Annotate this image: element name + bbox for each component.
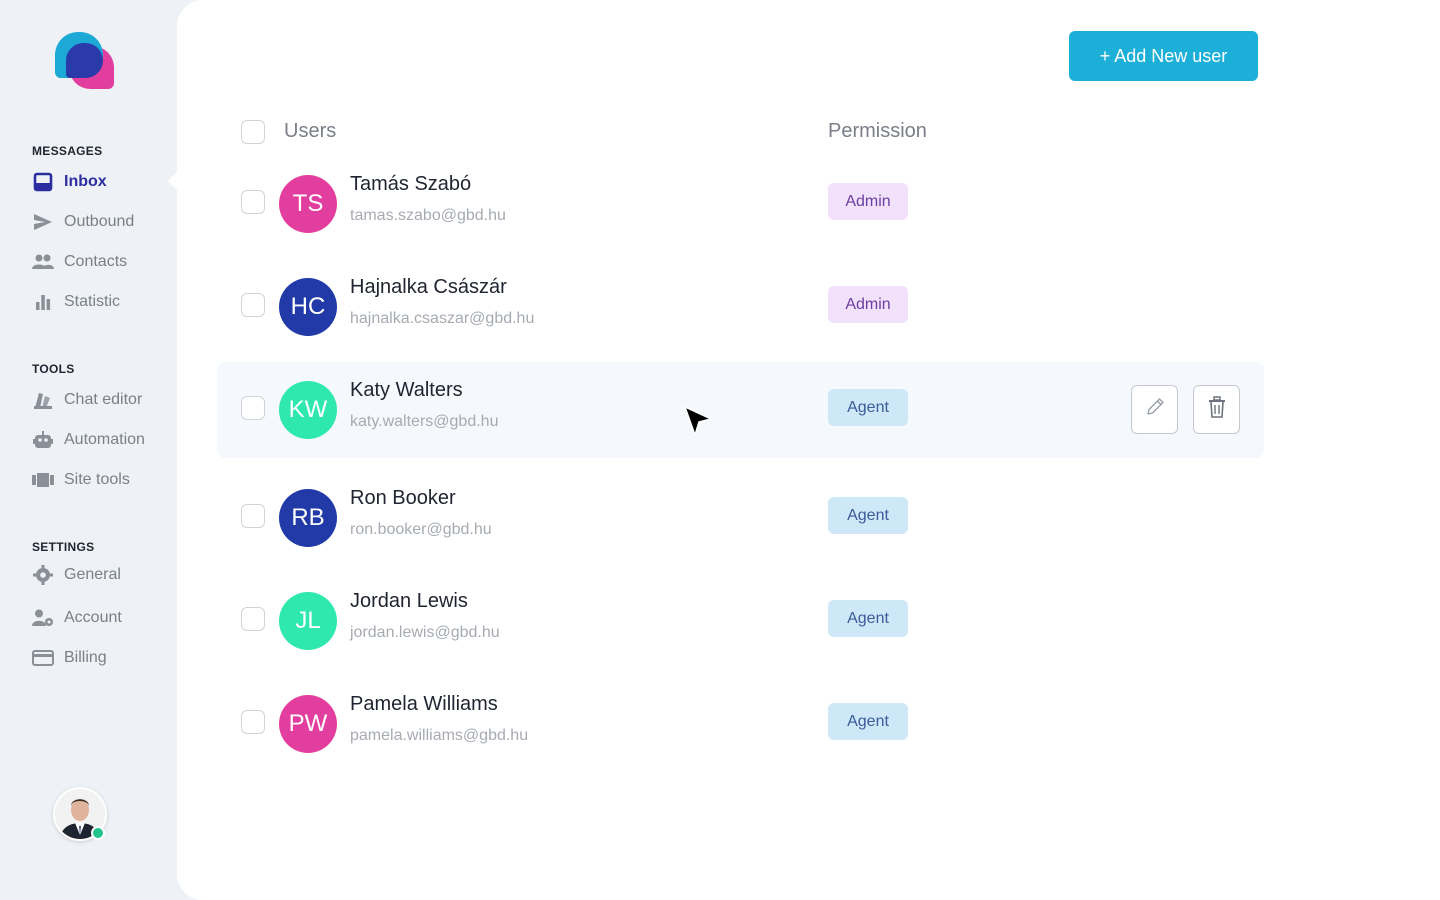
palette-icon: [32, 389, 54, 411]
add-new-user-button[interactable]: + Add New user: [1069, 31, 1258, 81]
trash-icon: [1206, 395, 1228, 424]
site-tools-icon: [32, 469, 54, 491]
user-email: pamela.williams@gbd.hu: [350, 727, 529, 744]
sidebar-item-statistic[interactable]: Statistic: [32, 289, 120, 315]
user-name: Hajnalka Császár: [350, 276, 507, 298]
sidebar-item-label: Chat editor: [64, 391, 143, 408]
sidebar-item-inbox[interactable]: Inbox: [32, 169, 107, 195]
user-name: Jordan Lewis: [350, 590, 468, 612]
robot-icon: [32, 429, 54, 451]
select-all-checkbox[interactable]: [241, 120, 265, 144]
user-email: tamas.szabo@gbd.hu: [350, 207, 506, 224]
sidebar-item-general[interactable]: General: [32, 562, 121, 588]
column-header-users[interactable]: Users: [284, 120, 336, 143]
app-logo[interactable]: [55, 32, 117, 92]
user-avatar: TS: [279, 175, 337, 233]
credit-card-icon: [32, 647, 54, 669]
sidebar-item-label: Automation: [64, 431, 145, 448]
logo-bubble-core: [66, 43, 103, 78]
delete-button[interactable]: [1193, 385, 1240, 434]
permission-badge[interactable]: Agent: [828, 600, 908, 637]
user-email: katy.walters@gbd.hu: [350, 413, 499, 430]
inbox-icon: [32, 171, 54, 193]
permission-badge[interactable]: Agent: [828, 389, 908, 426]
sidebar-item-automation[interactable]: Automation: [32, 427, 145, 453]
sidebar-item-label: Site tools: [64, 471, 130, 488]
sidebar-item-chat-editor[interactable]: Chat editor: [32, 387, 142, 413]
user-avatar: JL: [279, 592, 337, 650]
bar-chart-icon: [32, 291, 54, 313]
sidebar-item-account[interactable]: Account: [32, 605, 122, 631]
sidebar: MESSAGES Inbox Outbound Contacts Statist…: [0, 0, 177, 900]
permission-badge[interactable]: Admin: [828, 183, 908, 220]
user-avatar: RB: [279, 489, 337, 547]
sidebar-item-outbound[interactable]: Outbound: [32, 209, 134, 235]
user-avatar: PW: [279, 695, 337, 753]
user-name: Katy Walters: [350, 379, 463, 401]
user-name: Pamela Williams: [350, 693, 498, 715]
permission-badge[interactable]: Agent: [828, 497, 908, 534]
permission-badge[interactable]: Agent: [828, 703, 908, 740]
sidebar-item-site-tools[interactable]: Site tools: [32, 467, 130, 493]
row-checkbox[interactable]: [241, 293, 265, 317]
sidebar-item-billing[interactable]: Billing: [32, 645, 107, 671]
row-checkbox[interactable]: [241, 607, 265, 631]
section-label-messages: MESSAGES: [32, 144, 103, 158]
row-checkbox[interactable]: [241, 190, 265, 214]
pencil-icon: [1144, 396, 1166, 423]
sidebar-item-label: Inbox: [64, 173, 107, 190]
user-email: ron.booker@gbd.hu: [350, 521, 492, 538]
user-avatar: KW: [279, 381, 337, 439]
sidebar-item-label: Billing: [64, 649, 107, 666]
section-label-tools: TOOLS: [32, 362, 75, 376]
table-row-hover-highlight: [217, 362, 1264, 458]
user-avatar: HC: [279, 278, 337, 336]
user-name: Ron Booker: [350, 487, 456, 509]
row-checkbox[interactable]: [241, 504, 265, 528]
sidebar-item-contacts[interactable]: Contacts: [32, 249, 127, 275]
main-panel: + Add New user Users Permission TS Tamás …: [177, 0, 1440, 900]
edit-button[interactable]: [1131, 385, 1178, 434]
sidebar-item-label: Account: [64, 609, 122, 626]
sidebar-item-label: Contacts: [64, 253, 128, 270]
sidebar-item-label: Outbound: [64, 213, 135, 230]
user-email: hajnalka.csaszar@gbd.hu: [350, 310, 535, 327]
user-email: jordan.lewis@gbd.hu: [350, 624, 500, 641]
account-settings-icon: [32, 607, 54, 629]
mouse-pointer-icon: [684, 406, 714, 443]
column-header-permission[interactable]: Permission: [828, 120, 927, 143]
sidebar-item-label: General: [64, 566, 121, 583]
online-status-dot: [91, 826, 105, 840]
permission-badge[interactable]: Admin: [828, 286, 908, 323]
contacts-icon: [32, 251, 54, 273]
gear-icon: [32, 564, 54, 586]
active-nav-indicator: [168, 172, 177, 190]
send-icon: [32, 211, 54, 233]
user-name: Tamás Szabó: [350, 173, 472, 195]
row-checkbox[interactable]: [241, 710, 265, 734]
row-checkbox[interactable]: [241, 396, 265, 420]
section-label-settings: SETTINGS: [32, 540, 95, 554]
sidebar-item-label: Statistic: [64, 293, 121, 310]
